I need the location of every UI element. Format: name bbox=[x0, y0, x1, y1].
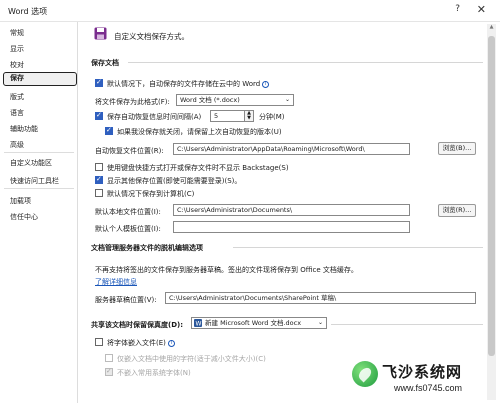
info-icon[interactable]: i bbox=[262, 80, 270, 88]
embed-used-chars-label: 仅嵌入文档中使用的字符(适于减小文件大小)(C) bbox=[117, 355, 266, 363]
embed-used-chars-checkbox bbox=[105, 354, 113, 362]
offline-note: 不再支持将签出的文件保存到服务器草稿。签出的文件现将保存到 Office 文档缓… bbox=[95, 266, 358, 274]
sidebar-item-accessibility[interactable]: 辅助功能 bbox=[10, 124, 38, 134]
autorecover-minutes-value: 5 bbox=[214, 112, 219, 120]
sidebar-divider bbox=[4, 152, 74, 153]
watermark-title: 飞沙系统网 bbox=[382, 363, 463, 381]
title-bar: Word 选项 ? ✕ bbox=[0, 0, 500, 22]
show-other-locations-checkbox[interactable] bbox=[95, 175, 103, 184]
show-other-locations-label: 显示其他保存位置(即使可能需要登录)(S)。 bbox=[107, 177, 242, 185]
chevron-down-icon: ⌄ bbox=[284, 96, 290, 103]
sidebar-item-save[interactable]: 保存 bbox=[3, 72, 77, 86]
sidebar-item-advanced[interactable]: 高级 bbox=[10, 140, 24, 150]
learn-more-link[interactable]: 了解详细信息 bbox=[95, 277, 137, 287]
autorecover-minutes-input[interactable]: 5 bbox=[210, 110, 245, 122]
embed-fonts-checkbox[interactable] bbox=[95, 338, 103, 346]
local-path-field[interactable]: C:\Users\Administrator\Documents\ bbox=[173, 204, 410, 216]
watermark: 飞沙系统网 www.fs0745.com bbox=[352, 355, 500, 403]
autosave-cloud-label: 默认情况下，自动保存的文件存储在云中的 Word i bbox=[107, 79, 270, 89]
vertical-scrollbar[interactable]: ▲ bbox=[487, 24, 496, 400]
autosave-cloud-checkbox[interactable] bbox=[95, 78, 103, 87]
help-icon[interactable]: ? bbox=[455, 4, 460, 14]
server-drafts-label: 服务器草稿位置(V): bbox=[95, 296, 157, 304]
no-backstage-label: 使用键盘快捷方式打开或保存文件时不显示 Backstage(S) bbox=[107, 164, 289, 172]
sidebar-item-addins[interactable]: 加载项 bbox=[10, 196, 31, 206]
scroll-up-icon[interactable]: ▲ bbox=[487, 24, 496, 30]
embed-fonts-label: 将字体嵌入文件(E) i bbox=[107, 338, 175, 348]
section-heading-save-documents: 保存文档 bbox=[91, 59, 119, 67]
fidelity-document-select[interactable]: W 新建 Microsoft Word 文档.docx ⌄ bbox=[191, 317, 327, 329]
sidebar-item-language[interactable]: 语言 bbox=[10, 108, 24, 118]
word-document-icon: W bbox=[194, 319, 202, 327]
fidelity-document-value: 新建 Microsoft Word 文档.docx bbox=[205, 319, 302, 327]
chevron-down-icon: ⌄ bbox=[317, 319, 323, 326]
sidebar-item-proofing[interactable]: 校对 bbox=[10, 60, 24, 70]
window-title: Word 选项 bbox=[8, 7, 48, 16]
info-icon[interactable]: i bbox=[167, 339, 175, 347]
template-path-field[interactable] bbox=[173, 221, 410, 233]
template-path-label: 默认个人模板位置(I): bbox=[95, 225, 161, 233]
sidebar-item-general[interactable]: 常规 bbox=[10, 28, 24, 38]
autorecover-path-field[interactable]: C:\Users\Administrator\AppData\Roaming\M… bbox=[173, 143, 410, 155]
server-drafts-value: C:\Users\Administrator\Documents\SharePo… bbox=[169, 294, 337, 302]
save-format-label: 将文件保存为此格式(F): bbox=[95, 98, 170, 106]
sidebar-item-customize-ribbon[interactable]: 自定义功能区 bbox=[10, 158, 52, 168]
sidebar-item-display[interactable]: 显示 bbox=[10, 44, 24, 54]
sidebar-item-trust-center[interactable]: 信任中心 bbox=[10, 212, 38, 222]
no-common-fonts-label: 不嵌入常用系统字体(N) bbox=[117, 369, 191, 377]
local-path-label: 默认本地文件位置(I): bbox=[95, 208, 161, 216]
no-backstage-checkbox[interactable] bbox=[95, 163, 103, 171]
divider bbox=[128, 62, 483, 63]
autorecover-label: 保存自动恢复信息时间间隔(A) bbox=[107, 113, 202, 121]
browse-local-button[interactable]: 浏览(R)... bbox=[438, 204, 476, 217]
minutes-unit-label: 分钟(M) bbox=[259, 113, 285, 121]
section-heading-offline: 文档管理服务器文件的脱机编辑选项 bbox=[91, 244, 203, 252]
page-description: 自定义文档保存方式。 bbox=[114, 32, 189, 41]
main-panel: 自定义文档保存方式。 保存文档 默认情况下，自动保存的文件存储在云中的 Word… bbox=[78, 22, 500, 403]
autorecover-path-label: 自动恢复文件位置(R): bbox=[95, 147, 164, 155]
sidebar-item-layout[interactable]: 版式 bbox=[10, 92, 24, 102]
save-to-computer-checkbox[interactable] bbox=[95, 189, 103, 197]
autorecover-path-value: C:\Users\Administrator\AppData\Roaming\M… bbox=[177, 145, 365, 153]
no-common-fonts-checkbox: ✓ bbox=[105, 367, 113, 376]
watermark-logo-icon bbox=[352, 361, 378, 387]
watermark-url: www.fs0745.com bbox=[394, 383, 463, 393]
close-icon[interactable]: ✕ bbox=[477, 3, 486, 16]
save-to-computer-label: 默认情况下保存到计算机(C) bbox=[107, 190, 195, 198]
floppy-disk-icon bbox=[94, 27, 107, 40]
sidebar-item-quick-access[interactable]: 快速访问工具栏 bbox=[10, 176, 59, 186]
save-format-select[interactable]: Word 文档 (*.docx) ⌄ bbox=[176, 94, 294, 106]
minutes-spinner[interactable]: ▲ ▼ bbox=[245, 110, 254, 122]
scrollbar-thumb[interactable] bbox=[488, 36, 495, 356]
divider bbox=[233, 247, 483, 248]
browse-autorecover-button[interactable]: 浏览(B)... bbox=[438, 142, 476, 155]
divider bbox=[331, 324, 483, 325]
autorecover-checkbox[interactable] bbox=[95, 111, 103, 120]
keep-last-version-checkbox[interactable] bbox=[105, 126, 113, 135]
server-drafts-field[interactable]: C:\Users\Administrator\Documents\SharePo… bbox=[165, 292, 476, 304]
svg-text:W: W bbox=[196, 321, 202, 328]
save-format-value: Word 文档 (*.docx) bbox=[180, 96, 240, 104]
sidebar: 常规 显示 校对 保存 版式 语言 辅助功能 高级 自定义功能区 快速访问工具栏… bbox=[0, 22, 78, 403]
section-heading-fidelity: 共享该文档时保留保真度(D): bbox=[91, 321, 184, 329]
local-path-value: C:\Users\Administrator\Documents\ bbox=[177, 206, 293, 214]
keep-last-version-label: 如果我没保存就关闭，请保留上次自动恢复的版本(U) bbox=[117, 128, 282, 136]
sidebar-divider bbox=[4, 188, 74, 189]
